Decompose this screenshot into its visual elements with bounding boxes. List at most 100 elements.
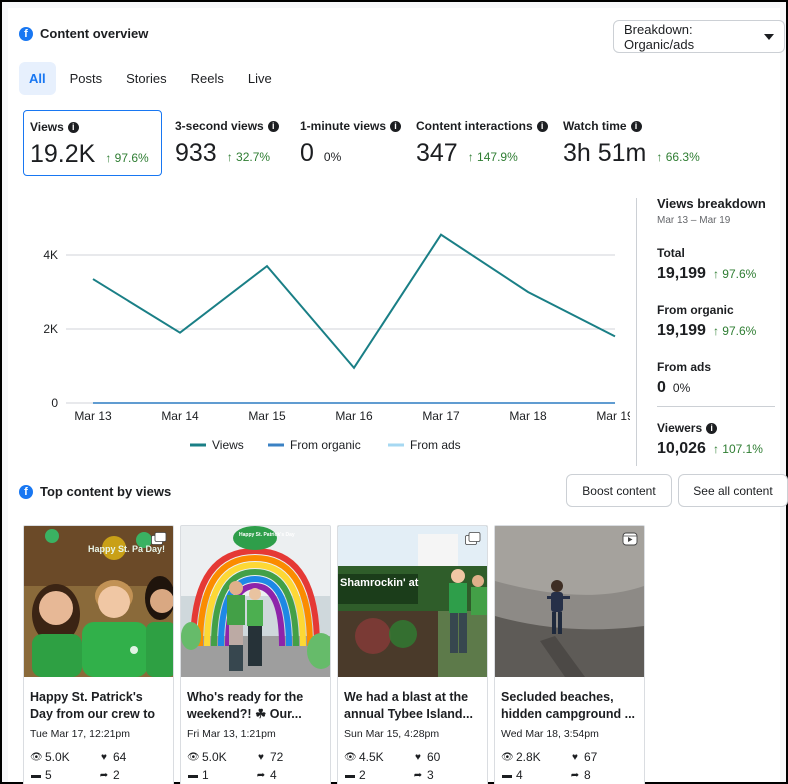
top-content-header: f Top content by views (19, 484, 171, 499)
shares-count: 3 (427, 768, 434, 782)
content-card[interactable]: Secluded beaches, hidden campground ... … (494, 525, 645, 784)
total-value-row: 19,199 ↑ 97.6% (657, 265, 756, 283)
heart-icon: ♥ (101, 751, 107, 763)
tab-live[interactable]: Live (238, 62, 282, 95)
info-icon[interactable]: i (67, 121, 79, 133)
post-thumbnail[interactable] (495, 526, 644, 677)
info-icon[interactable]: i (630, 120, 642, 132)
metric-label: Views (30, 120, 64, 134)
post-title: Secluded beaches, hidden campground ... (501, 690, 636, 721)
shares-stat: ➦ 4 (255, 768, 277, 782)
see-all-content-button[interactable]: See all content (678, 474, 788, 507)
breakdown-viewers: Viewers i 10,026 ↑ 107.1% (657, 421, 763, 458)
metric-1-minute-views[interactable]: 1-minute views i 0 0% (294, 110, 404, 176)
views-count: 4.5K (359, 750, 384, 764)
legend-label: From organic (290, 438, 361, 452)
x-tick-label: Mar 18 (509, 409, 547, 423)
content-card[interactable]: Happy St. Patrick's Day Who's ready for … (180, 525, 331, 784)
heart-icon: ♥ (258, 751, 264, 763)
comments-count: 1 (202, 768, 209, 782)
tab-reels[interactable]: Reels (181, 62, 234, 95)
likes-stat: ♥ 72 (255, 750, 283, 764)
views-count: 2.8K (516, 750, 541, 764)
content-card[interactable]: Shamrockin' at We had a blast at the ann… (337, 525, 488, 784)
metric-delta: ↑ 66.3% (656, 150, 700, 164)
share-icon: ➦ (256, 769, 266, 781)
breakdown-label: Breakdown: Organic/ads (624, 21, 695, 52)
post-title: Who's ready for the weekend?! ☘ Our... (187, 690, 304, 721)
thumbnail-photo (495, 526, 644, 677)
carousel-icon (465, 532, 481, 545)
boost-content-button[interactable]: Boost content (566, 474, 672, 507)
likes-count: 60 (427, 750, 441, 764)
info-icon[interactable]: i (536, 120, 548, 132)
metric-delta: ↑ 32.7% (226, 150, 271, 164)
comment-icon: ▬ (31, 769, 41, 781)
viewers-value: 10,026 (657, 440, 706, 457)
info-icon[interactable]: i (267, 120, 279, 132)
x-tick-label: Mar 14 (161, 409, 199, 423)
post-date: Fri Mar 13, 1:21pm (187, 728, 276, 740)
content-card[interactable]: Happy St. Pa Day! Happy St. Patrick's Da… (23, 525, 174, 784)
likes-count: 64 (113, 750, 127, 764)
post-thumbnail[interactable]: Shamrockin' at (338, 526, 487, 677)
comments-count: 4 (516, 768, 523, 782)
metric-value-row: 933 ↑ 32.7% (175, 139, 270, 168)
carousel-icon (151, 532, 167, 545)
metric-3-second-views[interactable]: 3-second views i 933 ↑ 32.7% (169, 110, 289, 176)
post-thumbnail[interactable]: Happy St. Patrick's Day (181, 526, 330, 677)
metric-value: 3h 51m (563, 139, 647, 167)
info-icon[interactable]: i (390, 120, 402, 132)
post-title: Happy St. Patrick's Day from our crew to… (30, 690, 156, 721)
metric-label-row: Views i (30, 120, 79, 134)
metric-content-interactions[interactable]: Content interactions i 347 ↑ 147.9% (410, 110, 550, 176)
info-icon[interactable]: i (706, 422, 718, 434)
eye-icon: 👁 (501, 751, 514, 763)
total-label: Total (657, 246, 685, 260)
views-stat: 👁 4.5K (344, 750, 384, 764)
post-date: Wed Mar 18, 3:54pm (501, 728, 599, 740)
reel-icon (622, 532, 638, 546)
tab-stories[interactable]: Stories (116, 62, 176, 95)
photo-sign-text: Shamrockin' at (340, 577, 419, 589)
metric-label: Content interactions (416, 119, 533, 133)
metric-watch-time[interactable]: Watch time i 3h 51m ↑ 66.3% (557, 110, 717, 176)
share-icon: ➦ (413, 769, 423, 781)
page-title: Content overview (40, 26, 149, 41)
breakdown-dropdown[interactable]: Breakdown: Organic/ads (613, 20, 785, 53)
likes-count: 67 (584, 750, 598, 764)
tab-all[interactable]: All (19, 62, 56, 95)
comments-count: 5 (45, 768, 52, 782)
metric-label-row: Content interactions i (416, 119, 548, 133)
y-tick-label: 0 (51, 396, 58, 410)
thumbnail-photo: Shamrockin' at (338, 526, 487, 677)
views-stat: 👁 5.0K (30, 750, 70, 764)
eye-icon: 👁 (187, 751, 200, 763)
tab-posts[interactable]: Posts (60, 62, 113, 95)
total-delta: ↑ 97.6% (712, 267, 757, 281)
legend-label: Views (212, 438, 244, 452)
y-tick-label: 2K (43, 322, 58, 336)
metric-value: 347 (416, 139, 458, 167)
metric-label-row: 3-second views i (175, 119, 279, 133)
x-tick-label: Mar 15 (248, 409, 286, 423)
chart-svg: 0 2K 4K Mar 13 Mar 14 Mar 15 Mar 16 Mar 17 Mar 1… (43, 233, 634, 452)
ads-delta: 0% (672, 381, 691, 395)
y-tick-label: 4K (43, 248, 58, 262)
divider (657, 406, 775, 407)
page-frame: f Content overview Breakdown: Organic/ad… (0, 0, 788, 784)
metric-views[interactable]: Views i 19.2K ↑ 97.6% (23, 110, 162, 176)
views-line-chart: 0 2K 4K Mar 13 Mar 14 Mar 15 Mar 16 Mar 17 Mar 1… (18, 198, 634, 463)
ads-value: 0 (657, 379, 666, 396)
metric-value: 933 (175, 139, 217, 167)
post-thumbnail[interactable]: Happy St. Pa Day! (24, 526, 173, 677)
shares-stat: ➦ 8 (569, 768, 591, 782)
metric-value-row: 0 0% (300, 139, 341, 168)
content-type-tabs: All Posts Stories Reels Live (19, 62, 282, 95)
post-title: We had a blast at the annual Tybee Islan… (344, 690, 473, 721)
x-tick-label: Mar 17 (422, 409, 460, 423)
divider (636, 198, 637, 466)
organic-value: 19,199 (657, 322, 706, 339)
viewers-label-row: Viewers i (657, 421, 763, 435)
likes-count: 72 (270, 750, 284, 764)
